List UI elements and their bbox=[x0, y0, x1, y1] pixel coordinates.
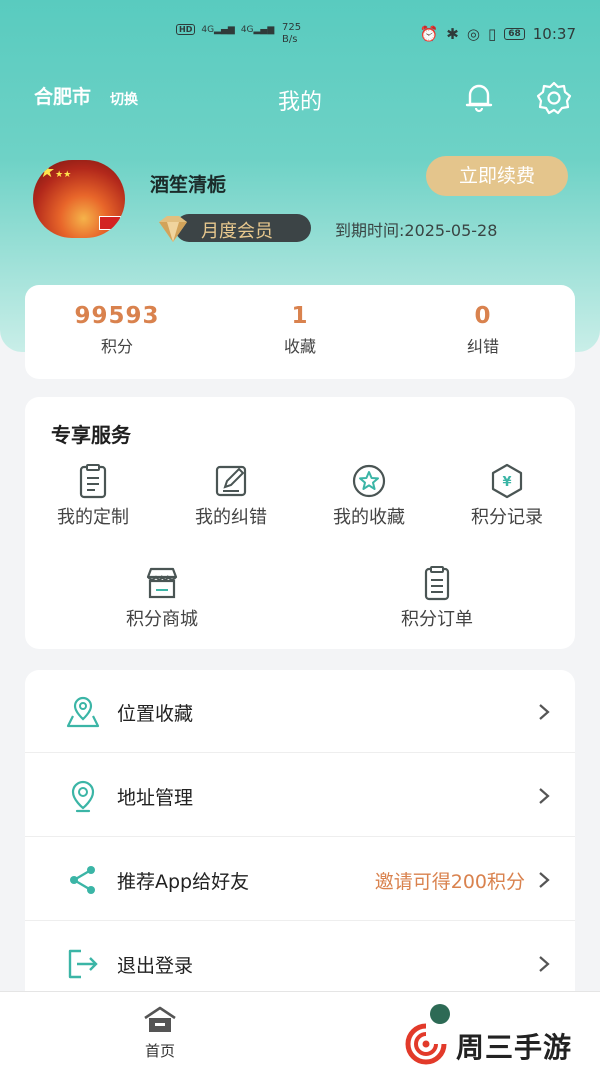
map-pin-icon bbox=[66, 696, 100, 728]
stats-card: 99593 积分 1 收藏 0 纠错 bbox=[25, 285, 575, 379]
service-label: 我的定制 bbox=[57, 507, 129, 528]
stat-value: 0 bbox=[474, 303, 492, 329]
clock: 10:37 bbox=[532, 25, 576, 43]
nav-home[interactable]: 首页 bbox=[120, 1006, 200, 1061]
logout-icon bbox=[68, 949, 98, 979]
location-icon bbox=[71, 780, 95, 813]
yuan-hexagon-icon: ¥ bbox=[491, 463, 523, 499]
service-points-order[interactable]: 积分订单 bbox=[377, 565, 497, 631]
menu-card: 位置收藏 地址管理 推荐App给好友 邀请可得200积分 退出登录 bbox=[25, 670, 575, 1010]
chevron-right-icon bbox=[539, 788, 550, 804]
order-icon bbox=[424, 566, 450, 601]
service-my-corrections[interactable]: 我的纠错 bbox=[171, 463, 291, 529]
stat-value: 99593 bbox=[74, 303, 160, 329]
member-badge: 月度会员 bbox=[155, 214, 311, 242]
clipboard-icon bbox=[79, 464, 107, 499]
status-right: ⏰ ✱ ◎ ▯ 68 10:37 bbox=[420, 25, 576, 43]
network-speed: 725 B/s bbox=[282, 22, 302, 45]
menu-label: 推荐App给好友 bbox=[117, 871, 250, 893]
stat-label: 积分 bbox=[100, 337, 133, 356]
renew-button[interactable]: 立即续费 bbox=[426, 156, 568, 196]
stat-value: 1 bbox=[291, 303, 309, 329]
stat-label: 纠错 bbox=[466, 337, 499, 356]
signal-icon-2: 4G▂▄▆ bbox=[240, 24, 275, 35]
share-icon bbox=[70, 866, 95, 894]
page-title: 我的 bbox=[277, 90, 322, 115]
menu-label: 地址管理 bbox=[117, 787, 194, 809]
flag-stars: ★★★ bbox=[39, 161, 72, 182]
member-label: 月度会员 bbox=[201, 221, 273, 242]
chevron-right-icon bbox=[539, 704, 550, 720]
service-label: 我的收藏 bbox=[333, 507, 405, 528]
service-points-record[interactable]: ¥ 积分记录 bbox=[447, 463, 567, 529]
watermark: 周三手游网 bbox=[400, 1020, 600, 1067]
svg-text:¥: ¥ bbox=[502, 475, 511, 490]
star-circle-icon bbox=[352, 464, 386, 498]
vibrate-icon: ▯ bbox=[487, 25, 497, 43]
service-label: 我的纠错 bbox=[195, 507, 267, 528]
edit-icon bbox=[215, 465, 247, 497]
stat-label: 收藏 bbox=[283, 337, 316, 356]
watermark-text: 周三手游网 bbox=[456, 1031, 573, 1064]
hd-badge: HD bbox=[176, 24, 196, 35]
avatar[interactable]: ★★★ bbox=[33, 160, 125, 238]
service-label: 积分商城 bbox=[126, 609, 198, 630]
signal-icon: 4G▂▄▆ bbox=[201, 24, 235, 35]
stat-points[interactable]: 99593 积分 bbox=[37, 303, 197, 357]
menu-label: 退出登录 bbox=[117, 955, 194, 977]
alarm-icon: ⏰ bbox=[419, 25, 439, 43]
service-label: 积分订单 bbox=[401, 609, 473, 630]
nav-home-label: 首页 bbox=[144, 1042, 175, 1060]
menu-item-location-favorites[interactable]: 位置收藏 bbox=[25, 670, 575, 753]
bluetooth-icon: ✱ bbox=[446, 25, 459, 43]
stat-corrections[interactable]: 0 纠错 bbox=[403, 303, 563, 357]
service-points-mall[interactable]: 积分商城 bbox=[102, 565, 222, 631]
status-left: HD 4G▂▄▆ 4G▂▄▆ bbox=[176, 24, 274, 35]
shop-icon bbox=[146, 567, 178, 599]
gear-icon[interactable] bbox=[536, 80, 572, 116]
flag-sticker bbox=[99, 216, 121, 230]
stat-favorites[interactable]: 1 收藏 bbox=[220, 303, 380, 357]
menu-item-address-management[interactable]: 地址管理 bbox=[25, 754, 575, 837]
invite-reward-text: 邀请可得200积分 bbox=[374, 871, 525, 893]
service-my-custom[interactable]: 我的定制 bbox=[33, 463, 153, 529]
battery-indicator: 68 bbox=[504, 28, 525, 40]
home-icon bbox=[144, 1006, 176, 1032]
location-status-icon: ◎ bbox=[466, 25, 480, 43]
chevron-right-icon bbox=[539, 956, 550, 972]
status-bar: HD 4G▂▄▆ 4G▂▄▆ 725 B/s ⏰ ✱ ◎ ▯ 68 10:37 bbox=[0, 18, 600, 54]
service-my-favorites[interactable]: 我的收藏 bbox=[309, 463, 429, 529]
username: 酒笙清栀 bbox=[150, 174, 227, 196]
bell-icon[interactable] bbox=[462, 80, 496, 114]
menu-label: 位置收藏 bbox=[117, 703, 194, 725]
chevron-right-icon bbox=[539, 872, 550, 888]
services-title: 专享服务 bbox=[51, 423, 131, 447]
expire-date: 到期时间:2025-05-28 bbox=[335, 221, 498, 240]
watermark-logo-icon bbox=[405, 1023, 447, 1065]
services-card: 专享服务 我的定制 我的纠错 我的收藏 ¥ 积分记录 积分商城 积分订单 bbox=[25, 397, 575, 649]
menu-item-recommend-app[interactable]: 推荐App给好友 邀请可得200积分 bbox=[25, 838, 575, 921]
service-label: 积分记录 bbox=[471, 507, 543, 528]
diamond-icon bbox=[159, 216, 187, 242]
